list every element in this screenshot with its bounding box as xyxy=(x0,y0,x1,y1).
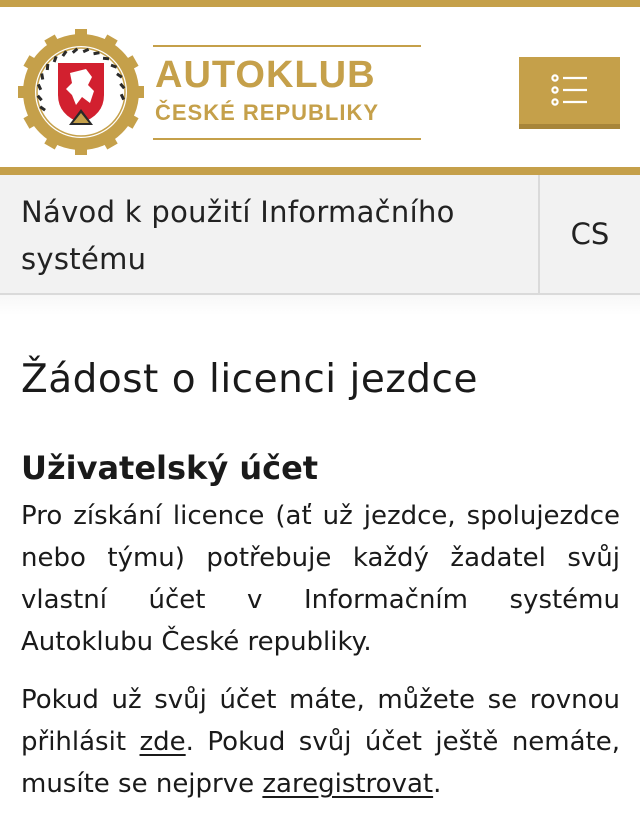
language-switcher[interactable]: CS xyxy=(538,175,640,293)
section-heading-user-account: Uživatelský účet xyxy=(21,449,319,487)
sub-navigation-bar: Návod k použití Informačního systému CS xyxy=(0,175,640,295)
site-header: AUTOKLUB ČESKÉ REPUBLIKY xyxy=(0,7,640,167)
brand-wordmark[interactable]: AUTOKLUB ČESKÉ REPUBLIKY xyxy=(153,45,421,140)
main-content: Žádost o licenci jezdce Uživatelský účet… xyxy=(21,345,620,805)
autoklub-emblem-logo[interactable] xyxy=(18,29,144,155)
wordmark-bottom-rule xyxy=(153,138,421,140)
paragraph-text: . xyxy=(433,769,442,799)
guide-title-link[interactable]: Návod k použití Informačního systému xyxy=(21,189,521,283)
page-title: Žádost o licenci jezdce xyxy=(21,357,478,402)
account-info-paragraph: Pro získání licence (ať už jezdce, spolu… xyxy=(21,501,620,657)
header-bottom-border xyxy=(0,167,640,175)
menu-toggle-button[interactable] xyxy=(519,57,620,129)
login-register-paragraph: Pokud už svůj účet máte, můžete se rovno… xyxy=(21,679,620,805)
top-accent-stripe xyxy=(0,0,640,7)
login-link[interactable]: zde xyxy=(140,727,186,757)
brand-name-line2: ČESKÉ REPUBLIKY xyxy=(155,100,380,125)
language-code: CS xyxy=(570,217,610,251)
register-link[interactable]: zaregistrovat xyxy=(262,769,433,799)
brand-name-line1: AUTOKLUB xyxy=(155,54,376,96)
wordmark-top-rule xyxy=(153,45,421,47)
subnav-shadow xyxy=(0,295,640,315)
list-menu-icon xyxy=(551,74,587,106)
